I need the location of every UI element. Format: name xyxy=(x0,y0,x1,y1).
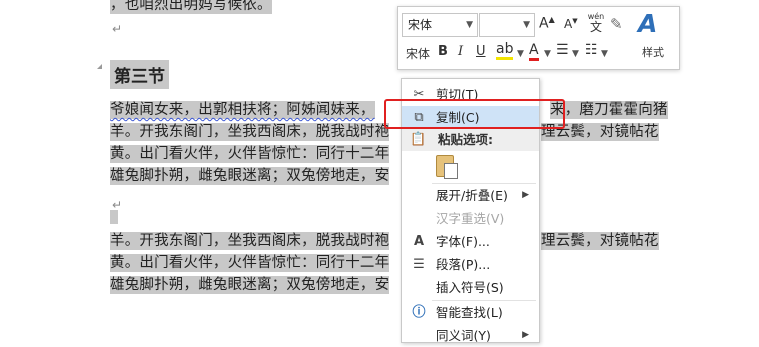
font-label-button[interactable]: 宋体 xyxy=(406,45,430,62)
chevron-down-icon[interactable]: ▼ xyxy=(544,49,551,59)
phonetic-guide-button[interactable]: wén 文 xyxy=(585,12,607,34)
menu-item-label: 字体(F)... xyxy=(436,234,490,249)
doc-line: 羊。开我东阁门，坐我西阁床，脱我战时袍 xyxy=(110,232,390,250)
chevron-down-icon: ▼ xyxy=(523,20,530,30)
submenu-arrow-icon: ▶ xyxy=(522,330,529,340)
smart-lookup-icon: ⓘ xyxy=(412,305,426,320)
mini-formatting-toolbar: 宋体 ▼ ▼ A▲ A▼ wén 文 ✎ A 样式 宋体 B I U ab ▼ … xyxy=(397,6,680,70)
font-color-button[interactable]: A xyxy=(529,42,539,61)
bold-button[interactable]: B xyxy=(438,44,448,59)
doc-line: 爷娘闻女来，出郭相扶将；阿姊闻妹来， xyxy=(110,101,375,119)
menu-item-label: 同义词(Y) xyxy=(436,328,491,343)
collapse-triangle-icon[interactable] xyxy=(92,64,102,69)
submenu-arrow-icon: ▶ xyxy=(522,190,529,200)
bullets-icon[interactable]: ☰ xyxy=(556,42,569,58)
doc-top-line: ，也咱烈出明妈写候依。 xyxy=(110,0,272,16)
styles-icon[interactable]: A xyxy=(638,9,657,38)
menu-item-reconvert: 汉字重选(V) xyxy=(402,207,539,230)
chevron-down-icon[interactable]: ▼ xyxy=(572,49,579,59)
styles-label[interactable]: 样式 xyxy=(642,44,664,60)
menu-item-label: 展开/折叠(E) xyxy=(436,188,508,203)
chevron-down-icon: ▼ xyxy=(466,20,473,30)
italic-button[interactable]: I xyxy=(458,44,463,59)
highlighter-icon[interactable]: ab xyxy=(496,41,514,60)
paste-keep-text-only-icon[interactable] xyxy=(434,153,460,179)
menu-item-label: 汉字重选(V) xyxy=(436,211,505,226)
underline-button[interactable]: U xyxy=(476,44,486,59)
font-icon: A xyxy=(413,234,425,249)
doc-line-right: 来，磨刀霍霍向猪 xyxy=(550,101,668,119)
format-painter-icon[interactable]: ✎ xyxy=(610,15,623,33)
font-name-combo[interactable]: 宋体 ▼ xyxy=(402,13,478,37)
paste-options-label: 粘贴选项: xyxy=(438,132,493,147)
doc-line-right: 理云鬓，对镜帖花 xyxy=(541,232,659,250)
paste-options-header: 📋 粘贴选项: xyxy=(402,129,539,151)
heading-section-three: 第三节 xyxy=(110,60,169,89)
doc-line: 黄。出门看火伴，火伴皆惊忙：同行十二年 xyxy=(110,145,390,163)
menu-item-synonyms[interactable]: 同义词(Y) ▶ xyxy=(402,324,539,347)
menu-item-label: 段落(P)... xyxy=(436,257,491,272)
font-name-value: 宋体 xyxy=(408,18,433,32)
selection-fragment xyxy=(110,210,118,224)
grow-font-button[interactable]: A▲ xyxy=(539,15,555,32)
doc-line: 黄。出门看火伴，火伴皆惊忙：同行十二年 xyxy=(110,254,390,272)
doc-line: 羊。开我东阁门，坐我西阁床，脱我战时袍 xyxy=(110,123,390,141)
menu-item-smart-lookup[interactable]: ⓘ 智能查找(L) xyxy=(402,301,539,324)
menu-item-paragraph[interactable]: ☰ 段落(P)... xyxy=(402,253,539,276)
chevron-down-icon[interactable]: ▼ xyxy=(601,49,608,59)
menu-item-expand-collapse[interactable]: 展开/折叠(E) ▶ xyxy=(402,184,539,207)
menu-item-label: 插入符号(S) xyxy=(436,280,504,295)
menu-item-font[interactable]: A 字体(F)... xyxy=(402,230,539,253)
paragraph-icon: ☰ xyxy=(413,257,425,272)
menu-item-insert-symbol[interactable]: 插入符号(S) xyxy=(402,276,539,299)
font-size-value xyxy=(480,18,485,32)
copy-annotation-box xyxy=(384,99,565,129)
menu-item-label: 智能查找(L) xyxy=(436,305,503,320)
chevron-down-icon[interactable]: ▼ xyxy=(517,49,524,59)
numbering-icon[interactable]: ☷ xyxy=(585,42,598,58)
paragraph-mark: ↵ xyxy=(112,22,123,36)
doc-line: 雄兔脚扑朔，雌兔眼迷离；双兔傍地走，安 xyxy=(110,276,390,294)
phonetic-bottom: 文 xyxy=(589,20,602,34)
shrink-font-button[interactable]: A▼ xyxy=(564,17,578,31)
doc-line: 雄兔脚扑朔，雌兔眼迷离；双兔傍地走，安 xyxy=(110,167,390,185)
font-size-combo[interactable]: ▼ xyxy=(479,13,535,37)
paste-icon: 📋 xyxy=(410,132,427,147)
